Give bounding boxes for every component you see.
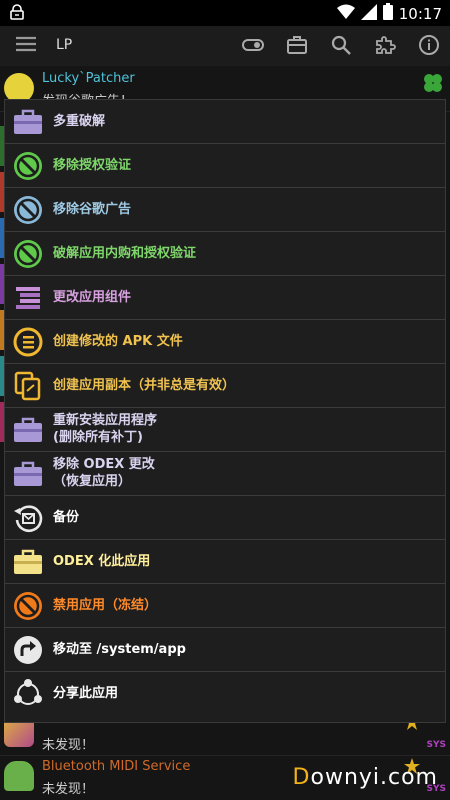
app-status: 未发现！ [42, 782, 95, 797]
reinstall-icon [12, 414, 44, 446]
backup-icon [12, 502, 44, 534]
menu-item-label: 备份 [53, 510, 80, 525]
hamburger-menu-icon[interactable] [16, 35, 36, 57]
menu-item-freeze-app[interactable]: 禁用应用（冻结） [5, 584, 445, 628]
odex-icon [12, 546, 44, 578]
menu-item-create-modified-apk[interactable]: 创建修改的 APK 文件 [5, 320, 445, 364]
clock: 10:17 [398, 4, 442, 23]
menu-item-label: 多重破解 [53, 114, 106, 129]
share-icon [12, 678, 44, 710]
menu-item-label: 移除 ODEX 更改 [53, 457, 155, 472]
sys-badge: SYS [426, 740, 446, 750]
toolbox-icon[interactable] [286, 34, 308, 60]
clover-icon [422, 72, 444, 98]
no-ads-icon [12, 194, 44, 226]
no-license-icon [12, 150, 44, 182]
freeze-icon [12, 590, 44, 622]
remove-odex-icon [12, 458, 44, 490]
components-icon [12, 282, 44, 314]
menu-item-share-app[interactable]: 分享此应用 [5, 672, 445, 716]
menu-item-label: 移动至 /system/app [53, 642, 186, 657]
menu-item-remove-odex[interactable]: 移除 ODEX 更改 （恢复应用） [5, 452, 445, 496]
status-bar: 10:17 [0, 0, 450, 26]
wifi-icon [336, 4, 355, 24]
menu-item-label: 重新安装应用程序 [53, 413, 158, 428]
info-icon[interactable] [418, 34, 440, 60]
move-system-icon [12, 634, 44, 666]
menu-item-remove-ads[interactable]: 移除谷歌广告 [5, 188, 445, 232]
app-title: LP [56, 37, 73, 53]
menu-item-label: 创建应用副本（并非总是有效） [53, 378, 236, 393]
action-bar: LP [0, 26, 450, 66]
app-status: 未发现！ [42, 738, 95, 753]
menu-item-sublabel: (删除所有补丁) [53, 430, 143, 445]
puzzle-icon[interactable] [374, 34, 396, 60]
menu-item-odex-app[interactable]: ODEX 化此应用 [5, 540, 445, 584]
android-app-icon [4, 761, 34, 791]
notification-icon [9, 4, 25, 24]
watermark: Downyi.com [293, 765, 438, 790]
watermark-prefix: D [292, 765, 311, 790]
search-icon[interactable] [330, 34, 352, 60]
menu-item-label: 移除授权验证 [53, 158, 132, 173]
menu-item-label: ODEX 化此应用 [53, 554, 151, 569]
menu-item-label: 更改应用组件 [53, 290, 132, 305]
toggle-icon[interactable] [242, 34, 264, 60]
menu-item-label: 禁用应用（冻结） [53, 598, 158, 613]
app-actions-dialog: 多重破解 移除授权验证 移除谷歌广告 破解应用内购和授权验证 更改应用组件 创建… [4, 99, 446, 723]
battery-icon [382, 3, 393, 24]
menu-item-label: 移除谷歌广告 [53, 202, 132, 217]
menu-item-label: 破解应用内购和授权验证 [53, 246, 197, 261]
menu-item-label: 分享此应用 [53, 686, 119, 701]
menu-item-patch-billing-license[interactable]: 破解应用内购和授权验证 [5, 232, 445, 276]
no-billing-icon [12, 238, 44, 270]
menu-item-remove-license[interactable]: 移除授权验证 [5, 144, 445, 188]
menu-item-backup[interactable]: 备份 [5, 496, 445, 540]
toolbox-icon [12, 106, 44, 138]
menu-item-sublabel: （恢复应用） [53, 474, 132, 489]
watermark-rest: ownyi.com [310, 765, 438, 790]
menu-item-clone-app[interactable]: 创建应用副本（并非总是有效） [5, 364, 445, 408]
app-name: Lucky`Patcher [42, 71, 135, 86]
signal-icon [360, 3, 377, 24]
menu-item-label: 创建修改的 APK 文件 [53, 334, 183, 349]
menu-item-change-components[interactable]: 更改应用组件 [5, 276, 445, 320]
app-name: Bluetooth MIDI Service [42, 759, 191, 774]
menu-item-reinstall-app[interactable]: 重新安装应用程序 (删除所有补丁) [5, 408, 445, 452]
menu-item-multi-patch[interactable]: 多重破解 [5, 100, 445, 144]
clone-app-icon [12, 370, 44, 402]
create-apk-icon [12, 326, 44, 358]
menu-item-move-to-system[interactable]: 移动至 /system/app [5, 628, 445, 672]
